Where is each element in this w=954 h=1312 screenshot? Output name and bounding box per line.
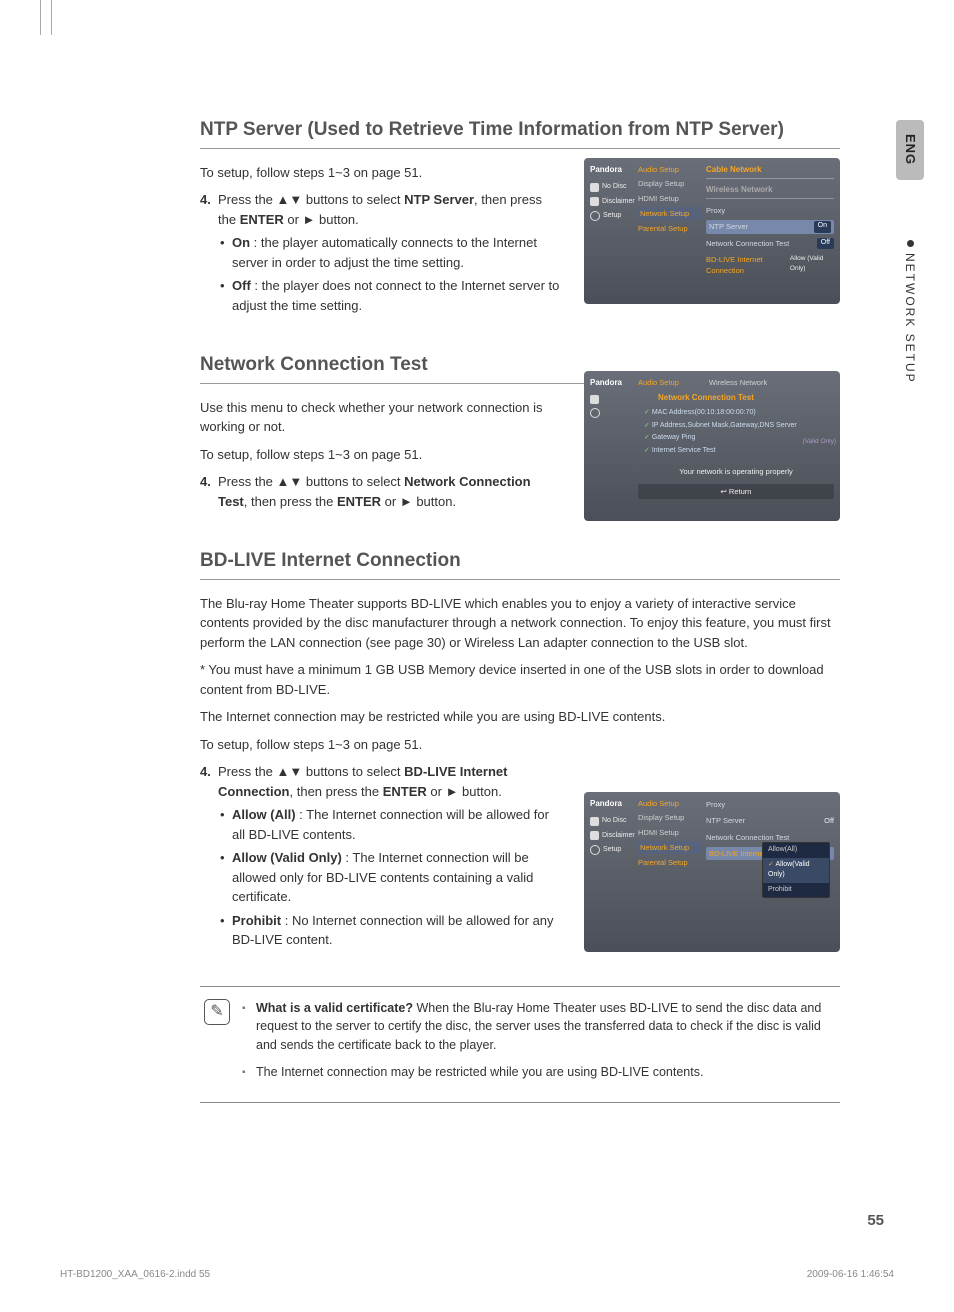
osd-menu-audio: Audio Setup xyxy=(638,377,679,388)
info-icon xyxy=(590,831,599,840)
section-bdlive: BD-LIVE Internet Connection The Blu-ray … xyxy=(200,547,840,950)
step-number: 4. xyxy=(200,190,211,210)
osd-right-proxy: Proxy xyxy=(706,798,834,811)
language-tab: ENG xyxy=(896,120,924,180)
osd-menu-network: Network Setup xyxy=(638,841,702,854)
section-body-step: 4. Press the ▲▼ buttons to select BD-LIV… xyxy=(200,762,560,950)
osd-return: ↩ Return xyxy=(638,484,834,499)
option-off: Off : the player does not connect to the… xyxy=(218,276,560,315)
page-content: NTP Server (Used to Retrieve Time Inform… xyxy=(200,110,840,1103)
osd-check-mac: MAC Address(00:10:18:00:00:70) xyxy=(644,408,834,419)
osd-screenshot-nettest: Pandora Audio Setup Wireless Network Net… xyxy=(584,371,840,521)
page-footer: HT-BD1200_XAA_0616-2.indd 55 2009-06-16 … xyxy=(60,1267,894,1282)
footer-file: HT-BD1200_XAA_0616-2.indd 55 xyxy=(60,1267,210,1282)
osd-logo: Pandora xyxy=(590,377,638,389)
dropdown-allow-valid: Allow(Valid Only) xyxy=(763,858,829,883)
note-box: ✎ What is a valid certificate? When the … xyxy=(200,986,840,1103)
osd-dropdown: Allow(All) Allow(Valid Only) Prohibit xyxy=(762,842,830,898)
osd-menu-hdmi: HDMI Setup xyxy=(638,193,702,204)
osd-left-setup: Setup xyxy=(590,211,638,222)
step-4: 4. Press the ▲▼ buttons to select Networ… xyxy=(200,472,560,511)
osd-screenshot-ntp: Pandora No Disc Disclaimer Setup Audio S… xyxy=(584,158,840,304)
osd-menu-hdmi: HDMI Setup xyxy=(638,827,702,838)
page-number: 55 xyxy=(867,1210,884,1233)
osd-right-cable: Cable Network xyxy=(706,164,834,179)
dropdown-allow-all: Allow(All) xyxy=(763,843,829,858)
note-item-1: What is a valid certificate? When the Bl… xyxy=(242,999,836,1055)
osd-menu-display: Display Setup xyxy=(638,178,702,189)
osd-menu-network: Network Setup xyxy=(638,207,702,220)
section-title: NTP Server (Used to Retrieve Time Inform… xyxy=(200,116,840,149)
osd-logo: Pandora xyxy=(590,798,638,810)
page-crop-mark xyxy=(40,0,52,35)
section-body-top: The Blu-ray Home Theater supports BD-LIV… xyxy=(200,594,840,755)
option-allow-all: Allow (All) : The Internet connection wi… xyxy=(218,805,560,844)
language-tab-label: ENG xyxy=(900,134,920,165)
gear-icon xyxy=(590,845,600,855)
step-4: 4. Press the ▲▼ buttons to select NTP Se… xyxy=(200,190,560,315)
osd-nettest-header: Network Connection Test xyxy=(658,392,834,404)
p4: To setup, follow steps 1~3 on page 51. xyxy=(200,735,840,755)
osd-valid-only-tag: (Valid Only) xyxy=(803,437,836,447)
section-body: Use this menu to check whether your netw… xyxy=(200,398,560,512)
disc-icon xyxy=(590,817,599,826)
side-section-bullet xyxy=(907,240,914,247)
osd-right-wireless: Wireless Network xyxy=(706,184,834,199)
osd-left-disclaimer: Disclaimer xyxy=(590,197,638,208)
gear-icon xyxy=(590,408,600,418)
note-list: What is a valid certificate? When the Bl… xyxy=(242,999,836,1090)
side-section-label: NETWORK SETUP xyxy=(901,253,919,384)
osd-menu-audio: Audio Setup xyxy=(638,798,702,809)
osd-right-ntp: NTP ServerOn xyxy=(706,220,834,233)
p2: * You must have a minimum 1 GB USB Memor… xyxy=(200,660,840,699)
disc-icon xyxy=(590,395,599,404)
osd-net-ok: Your network is operating properly xyxy=(638,466,834,477)
section-title: BD-LIVE Internet Connection xyxy=(200,547,840,580)
intro-1: Use this menu to check whether your netw… xyxy=(200,398,560,437)
disc-icon xyxy=(590,183,599,192)
osd-menu-wireless: Wireless Network xyxy=(709,377,767,388)
osd-check-ip: IP Address,Subnet Mask,Gateway,DNS Serve… xyxy=(644,421,834,432)
note-item-2: The Internet connection may be restricte… xyxy=(242,1063,836,1082)
gear-icon xyxy=(590,211,600,221)
osd-menu-display: Display Setup xyxy=(638,812,702,823)
osd-screenshot-bdlive: Pandora No Disc Disclaimer Setup Audio S… xyxy=(584,792,840,952)
osd-right-ntp: NTP ServerOff xyxy=(706,814,834,827)
p3: The Internet connection may be restricte… xyxy=(200,707,840,727)
section-network-test: Network Connection Test Use this menu to… xyxy=(200,351,840,511)
dropdown-prohibit: Prohibit xyxy=(763,883,829,898)
osd-left-nodisc xyxy=(590,395,638,404)
osd-logo: Pandora xyxy=(590,164,638,176)
side-section-indicator: NETWORK SETUP xyxy=(896,240,924,440)
option-prohibit: Prohibit : No Internet connection will b… xyxy=(218,911,560,950)
osd-menu-parental: Parental Setup xyxy=(638,223,702,234)
osd-menu-parental: Parental Setup xyxy=(638,857,702,868)
osd-left-nodisc: No Disc xyxy=(590,816,638,827)
intro-2: To setup, follow steps 1~3 on page 51. xyxy=(200,445,560,465)
section-ntp-server: NTP Server (Used to Retrieve Time Inform… xyxy=(200,116,840,315)
osd-right-nettest: Network Connection TestOff xyxy=(706,237,834,250)
osd-left-setup: Setup xyxy=(590,845,638,856)
osd-check-svc: Internet Service Test xyxy=(644,446,834,457)
section-body: To setup, follow steps 1~3 on page 51. 4… xyxy=(200,163,560,316)
info-icon xyxy=(590,197,599,206)
osd-right-bdlive: BD-LIVE Internet ConnectionAllow (Valid … xyxy=(706,253,834,278)
osd-menu-audio: Audio Setup xyxy=(638,164,702,175)
step-4: 4. Press the ▲▼ buttons to select BD-LIV… xyxy=(200,762,560,950)
option-on: On : the player automatically connects t… xyxy=(218,233,560,272)
osd-left-setup xyxy=(590,408,638,418)
step-number: 4. xyxy=(200,472,211,492)
osd-left-nodisc: No Disc xyxy=(590,182,638,193)
step-number: 4. xyxy=(200,762,211,782)
footer-date: 2009-06-16 1:46:54 xyxy=(807,1267,894,1282)
osd-right-proxy: Proxy xyxy=(706,204,834,217)
option-allow-valid: Allow (Valid Only) : The Internet connec… xyxy=(218,848,560,907)
intro-text: To setup, follow steps 1~3 on page 51. xyxy=(200,163,560,183)
p1: The Blu-ray Home Theater supports BD-LIV… xyxy=(200,594,840,653)
osd-left-disclaimer: Disclaimer xyxy=(590,831,638,842)
note-icon: ✎ xyxy=(204,999,230,1025)
